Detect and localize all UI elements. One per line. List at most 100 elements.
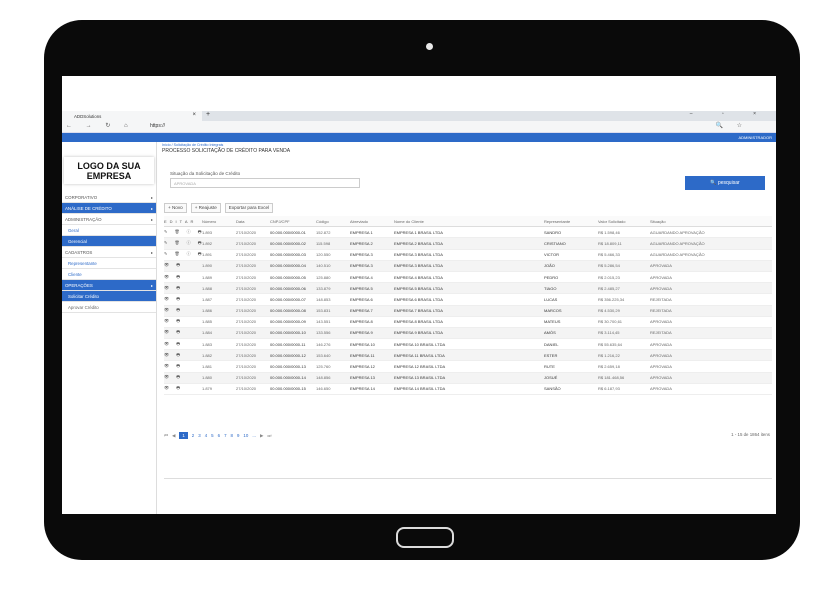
url-input[interactable]: https:// [150,123,165,129]
home-button[interactable] [396,527,454,548]
table-row[interactable]: 👁 🖶 1.879 27/10/2020 00.000.000/0000-15 146.… [164,384,772,395]
column-header[interactable]: Nome do Cliente [394,219,544,224]
column-header[interactable]: Valor Solicitado [598,219,650,224]
row-action-icons[interactable]: 👁 🖶 [164,374,202,381]
sidebar-item-3[interactable]: Geral [62,225,156,236]
main-content: Início / Solicitação de Crédito Integrai… [160,142,776,514]
table-cell: EMPRESA 3 BRASIL LTDA [394,263,443,269]
table-cell: EMPRESA 11 [350,352,375,358]
page-link[interactable]: 1 [179,432,188,439]
sidebar-item-0[interactable]: CORPORATIVO ▸ [62,192,156,203]
row-action-icons[interactable]: ✎ 🗑 ⓘ 🖶 [164,251,202,258]
table-cell: 00.000.000/0000-11 [270,341,306,347]
sidebar-item-1[interactable]: ANÁLISE DE CRÉDITO ▸ [62,203,156,214]
table-cell: EMPRESA 2 [350,240,373,246]
table-cell: 27/10/2020 [236,296,257,302]
table-cell: APROVADA [650,274,672,280]
page-link[interactable]: 2 [192,433,194,438]
row-action-icons[interactable]: 👁 🖶 [164,329,202,336]
situation-select[interactable]: APROVADA [170,178,360,188]
user-menu[interactable]: ADMINISTRADOR [738,135,772,140]
row-action-icons[interactable]: 👁 🖶 [164,352,202,359]
row-action-icons[interactable]: 👁 🖶 [164,363,202,370]
next-page-icon[interactable]: ▶ [260,433,263,439]
table-row[interactable]: 👁 🖶 1.887 27/10/2020 00.000.000/0000-07 148.… [164,294,772,306]
row-action-icons[interactable]: ✎ 🗑 ⓘ 🖶 [164,240,202,247]
sidebar-item-6[interactable]: Representante [62,258,156,269]
row-action-icons[interactable]: 👁 🖶 [164,307,202,314]
row-action-icons[interactable]: ✎ 🗑 ⓘ 🖶 [164,229,202,236]
prev-page-icon[interactable]: ◀ [172,433,175,439]
sidebar-item-10[interactable]: Aprovar Crédito [62,302,156,313]
row-action-icons[interactable]: 👁 🖶 [164,274,202,281]
table-row[interactable]: ✎ 🗑 ⓘ 🖶 1.893 27/10/2020 00.000.000/0000-01… [164,227,772,239]
nav-buttons[interactable]: ← → ↻ ⌂ [66,122,134,129]
new-button[interactable]: + Novo [164,203,187,213]
column-header[interactable]: Número [202,219,236,224]
chevron-icon: ▸ [150,249,153,255]
row-action-icons[interactable]: 👁 🖶 [164,318,202,325]
page-link[interactable]: 9 [237,433,239,438]
table-cell: CRISTIANO [544,240,566,246]
page-link[interactable]: 3 [198,433,200,438]
column-header[interactable]: Situação [650,219,728,224]
row-action-icons[interactable]: 👁 🖶 [164,262,202,269]
tab-close-icon[interactable]: × [192,112,196,118]
sidebar-item-9[interactable]: Solicitar Crédito [62,291,156,302]
table-cell: 1.881 [202,364,213,370]
table-row[interactable]: 👁 🖶 1.883 27/10/2020 00.000.000/0000-11 146.… [164,339,772,351]
window-controls[interactable]: – ▫ × [690,111,770,117]
row-action-icons[interactable]: 👁 🖶 [164,285,202,292]
row-action-icons[interactable]: 👁 🖶 [164,385,202,392]
table-row[interactable]: 👁 🖶 1.884 27/10/2020 00.000.000/0000-10 133.… [164,327,772,340]
search-button[interactable]: 🔍 pesquisar [685,176,765,190]
table-row[interactable]: 👁 🖶 1.890 27/10/2020 00.000.000/0000-04 140.… [164,260,772,272]
page-link[interactable]: 5 [211,433,213,438]
column-header[interactable]: Representante [544,219,598,224]
table-row[interactable]: ✎ 🗑 ⓘ 🖶 1.891 27/10/2020 00.000.000/0000-03… [164,250,772,261]
page-link[interactable]: 4 [205,433,207,438]
table-cell: EMPRESA 9 [350,330,373,336]
table-row[interactable]: ✎ 🗑 ⓘ 🖶 1.892 27/10/2020 00.000.000/0000-02… [164,238,772,250]
table-cell: 00.000.000/0000-03 [270,252,306,258]
table-row[interactable]: 👁 🖶 1.881 27/10/2020 00.000.000/0000-13 125.… [164,361,772,373]
search-icon[interactable]: 🔍 ☆ [715,122,748,129]
column-header[interactable]: Data [236,219,270,224]
browser-tab[interactable]: ADDSolutions × [62,111,202,121]
table-row[interactable]: 👁 🖶 1.880 27/10/2020 00.000.000/0000-14 148.… [164,372,772,384]
sidebar-item-2[interactable]: ADMINISTRAÇÃO ▸ [62,214,156,225]
table-cell: EMPRESA 13 [350,375,375,381]
table-row[interactable]: 👁 🖶 1.888 27/10/2020 00.000.000/0000-06 133.… [164,283,772,295]
column-header[interactable]: CNPJ/CPF [270,219,316,224]
row-action-icons[interactable]: 👁 🖶 [164,341,202,348]
table-cell: APROVADA [650,285,672,291]
page-link[interactable]: 8 [231,433,233,438]
page-link[interactable]: ... [252,433,256,438]
column-header[interactable]: Abreviado [350,219,394,224]
page-link[interactable]: 6 [218,433,220,438]
last-page-icon[interactable]: ⏭ [267,433,271,438]
row-action-icons[interactable]: 👁 🖶 [164,296,202,303]
table-row[interactable]: 👁 🖶 1.882 27/10/2020 00.000.000/0000-12 153.… [164,350,772,362]
sidebar-item-5[interactable]: CADASTROS ▸ [62,247,156,258]
sidebar-item-8[interactable]: OPERAÇÕES ▸ [62,280,156,291]
table-cell: 1.893 [202,229,213,235]
readjust-button[interactable]: + Reajuste [190,203,221,213]
column-header[interactable]: EDITAR [164,219,202,224]
export-excel-button[interactable]: Exportar para Excel [224,203,274,213]
first-page-icon[interactable]: ⏮ [164,433,168,438]
table-row[interactable]: 👁 🖶 1.886 27/10/2020 00.000.000/0000-08 153.… [164,305,772,317]
sidebar-item-label: CADASTROS [65,249,93,255]
table-row[interactable]: 👁 🖶 1.885 27/10/2020 00.000.000/0000-09 143.… [164,317,772,328]
new-tab-icon[interactable]: + [206,111,210,118]
page-link[interactable]: 10 [243,433,248,438]
page-link[interactable]: 7 [224,433,226,438]
horizontal-scrollbar[interactable] [164,478,772,483]
table-cell: R$ 1.598,46 [598,229,620,235]
table-cell: SANDRO [544,229,562,235]
table-row[interactable]: 👁 🖶 1.889 27/10/2020 00.000.000/0000-05 125.… [164,272,772,284]
breadcrumb[interactable]: Início / Solicitação de Crédito Integrai… [162,143,223,147]
sidebar-item-7[interactable]: Cliente [62,269,156,280]
sidebar-item-4[interactable]: Gerencial [62,236,156,247]
column-header[interactable]: Código [316,219,350,224]
